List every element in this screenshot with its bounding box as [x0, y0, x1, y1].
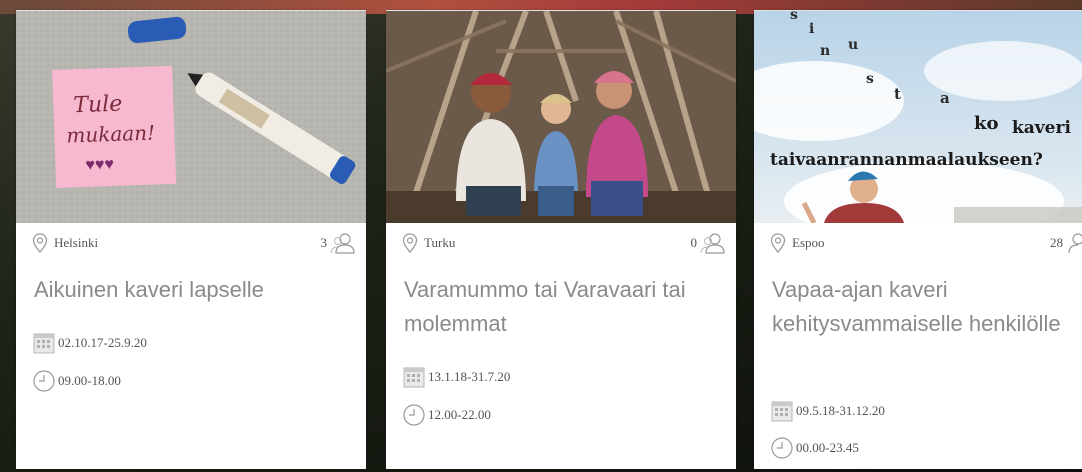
users-icon: [700, 233, 725, 254]
participant-count-text: 0: [690, 235, 698, 250]
calendar-icon: [771, 401, 793, 422]
svg-text:n: n: [820, 43, 830, 59]
users-icon: [1068, 233, 1082, 254]
event-date: 13.1.18-31.7.20: [402, 365, 510, 389]
participant-count: 28: [1050, 232, 1082, 254]
time-range-text: 00.00-23.45: [796, 440, 859, 455]
clock-icon: [33, 370, 55, 392]
location: Helsinki: [32, 233, 98, 253]
time-range-text: 12.00-22.00: [428, 407, 491, 422]
event-time: 12.00-22.00: [402, 403, 491, 427]
event-title[interactable]: Varamummo tai Varavaari tai molemmat: [404, 273, 714, 341]
location: Espoo: [770, 233, 825, 253]
participant-count-text: 3: [320, 235, 328, 250]
event-date: 09.5.18-31.12.20: [770, 399, 885, 423]
svg-text:i: i: [809, 21, 814, 37]
svg-text:taivaanrannanmaalaukseen?: taivaanrannanmaalaukseen?: [770, 150, 1043, 170]
location-text: Helsinki: [54, 235, 99, 250]
location-pin-icon: [402, 233, 418, 253]
event-date: 02.10.17-25.9.20: [32, 331, 147, 355]
event-card[interactable]: Tule mukaan! ♥♥♥ Helsinki 3 Aikuinen kav…: [16, 10, 366, 469]
svg-text:kaveri: kaveri: [1012, 118, 1071, 138]
calendar-icon: [33, 333, 55, 354]
event-meta: Espoo 28: [754, 229, 1082, 259]
svg-text:a: a: [940, 89, 950, 107]
svg-text:Tule: Tule: [73, 92, 123, 119]
location-text: Turku: [424, 235, 456, 250]
users-icon: [330, 233, 355, 254]
event-time: 09.00-18.00: [32, 369, 121, 393]
date-range-text: 09.5.18-31.12.20: [796, 403, 885, 418]
event-meta: Turku 0: [386, 229, 736, 259]
clock-icon: [403, 404, 425, 426]
event-title[interactable]: Aikuinen kaveri lapselle: [34, 273, 344, 307]
event-title[interactable]: Vapaa-ajan kaveri kehitysvammaiselle hen…: [772, 273, 1082, 341]
svg-text:t: t: [894, 85, 901, 103]
children-photo: [386, 11, 736, 223]
event-time: 00.00-23.45: [770, 436, 859, 460]
event-card[interactable]: s i n u s t a ko kaveri taivaanrannanmaa…: [754, 10, 1082, 469]
date-range-text: 13.1.18-31.7.20: [428, 369, 511, 384]
sky-painting-photo: s i n u s t a ko kaveri taivaanrannanmaa…: [754, 11, 1082, 223]
svg-text:mukaan!: mukaan!: [66, 120, 156, 147]
location-pin-icon: [32, 233, 48, 253]
sticky-note-photo: Tule mukaan! ♥♥♥: [16, 11, 366, 223]
participant-count: 0: [691, 232, 727, 254]
svg-text:♥♥♥: ♥♥♥: [85, 156, 114, 174]
time-range-text: 09.00-18.00: [58, 373, 121, 388]
participant-count: 3: [321, 232, 357, 254]
svg-text:s: s: [866, 71, 874, 87]
date-range-text: 02.10.17-25.9.20: [58, 335, 147, 350]
participant-count-text: 28: [1050, 235, 1063, 250]
calendar-icon: [403, 367, 425, 388]
location-pin-icon: [770, 233, 786, 253]
svg-text:u: u: [848, 37, 858, 53]
event-photo: s i n u s t a ko kaveri taivaanrannanmaa…: [754, 11, 1082, 223]
event-card[interactable]: Turku 0 Varamummo tai Varavaari tai mole…: [386, 10, 736, 469]
clock-icon: [771, 437, 793, 459]
event-meta: Helsinki 3: [16, 229, 366, 259]
event-photo: [386, 11, 736, 223]
location: Turku: [402, 233, 455, 253]
svg-text:ko: ko: [974, 113, 998, 134]
sticky-note: Tule mukaan! ♥♥♥: [52, 65, 177, 188]
location-text: Espoo: [792, 235, 825, 250]
event-card-list: Tule mukaan! ♥♥♥ Helsinki 3 Aikuinen kav…: [0, 10, 1082, 472]
event-photo: Tule mukaan! ♥♥♥: [16, 11, 366, 223]
svg-text:s: s: [790, 11, 798, 23]
